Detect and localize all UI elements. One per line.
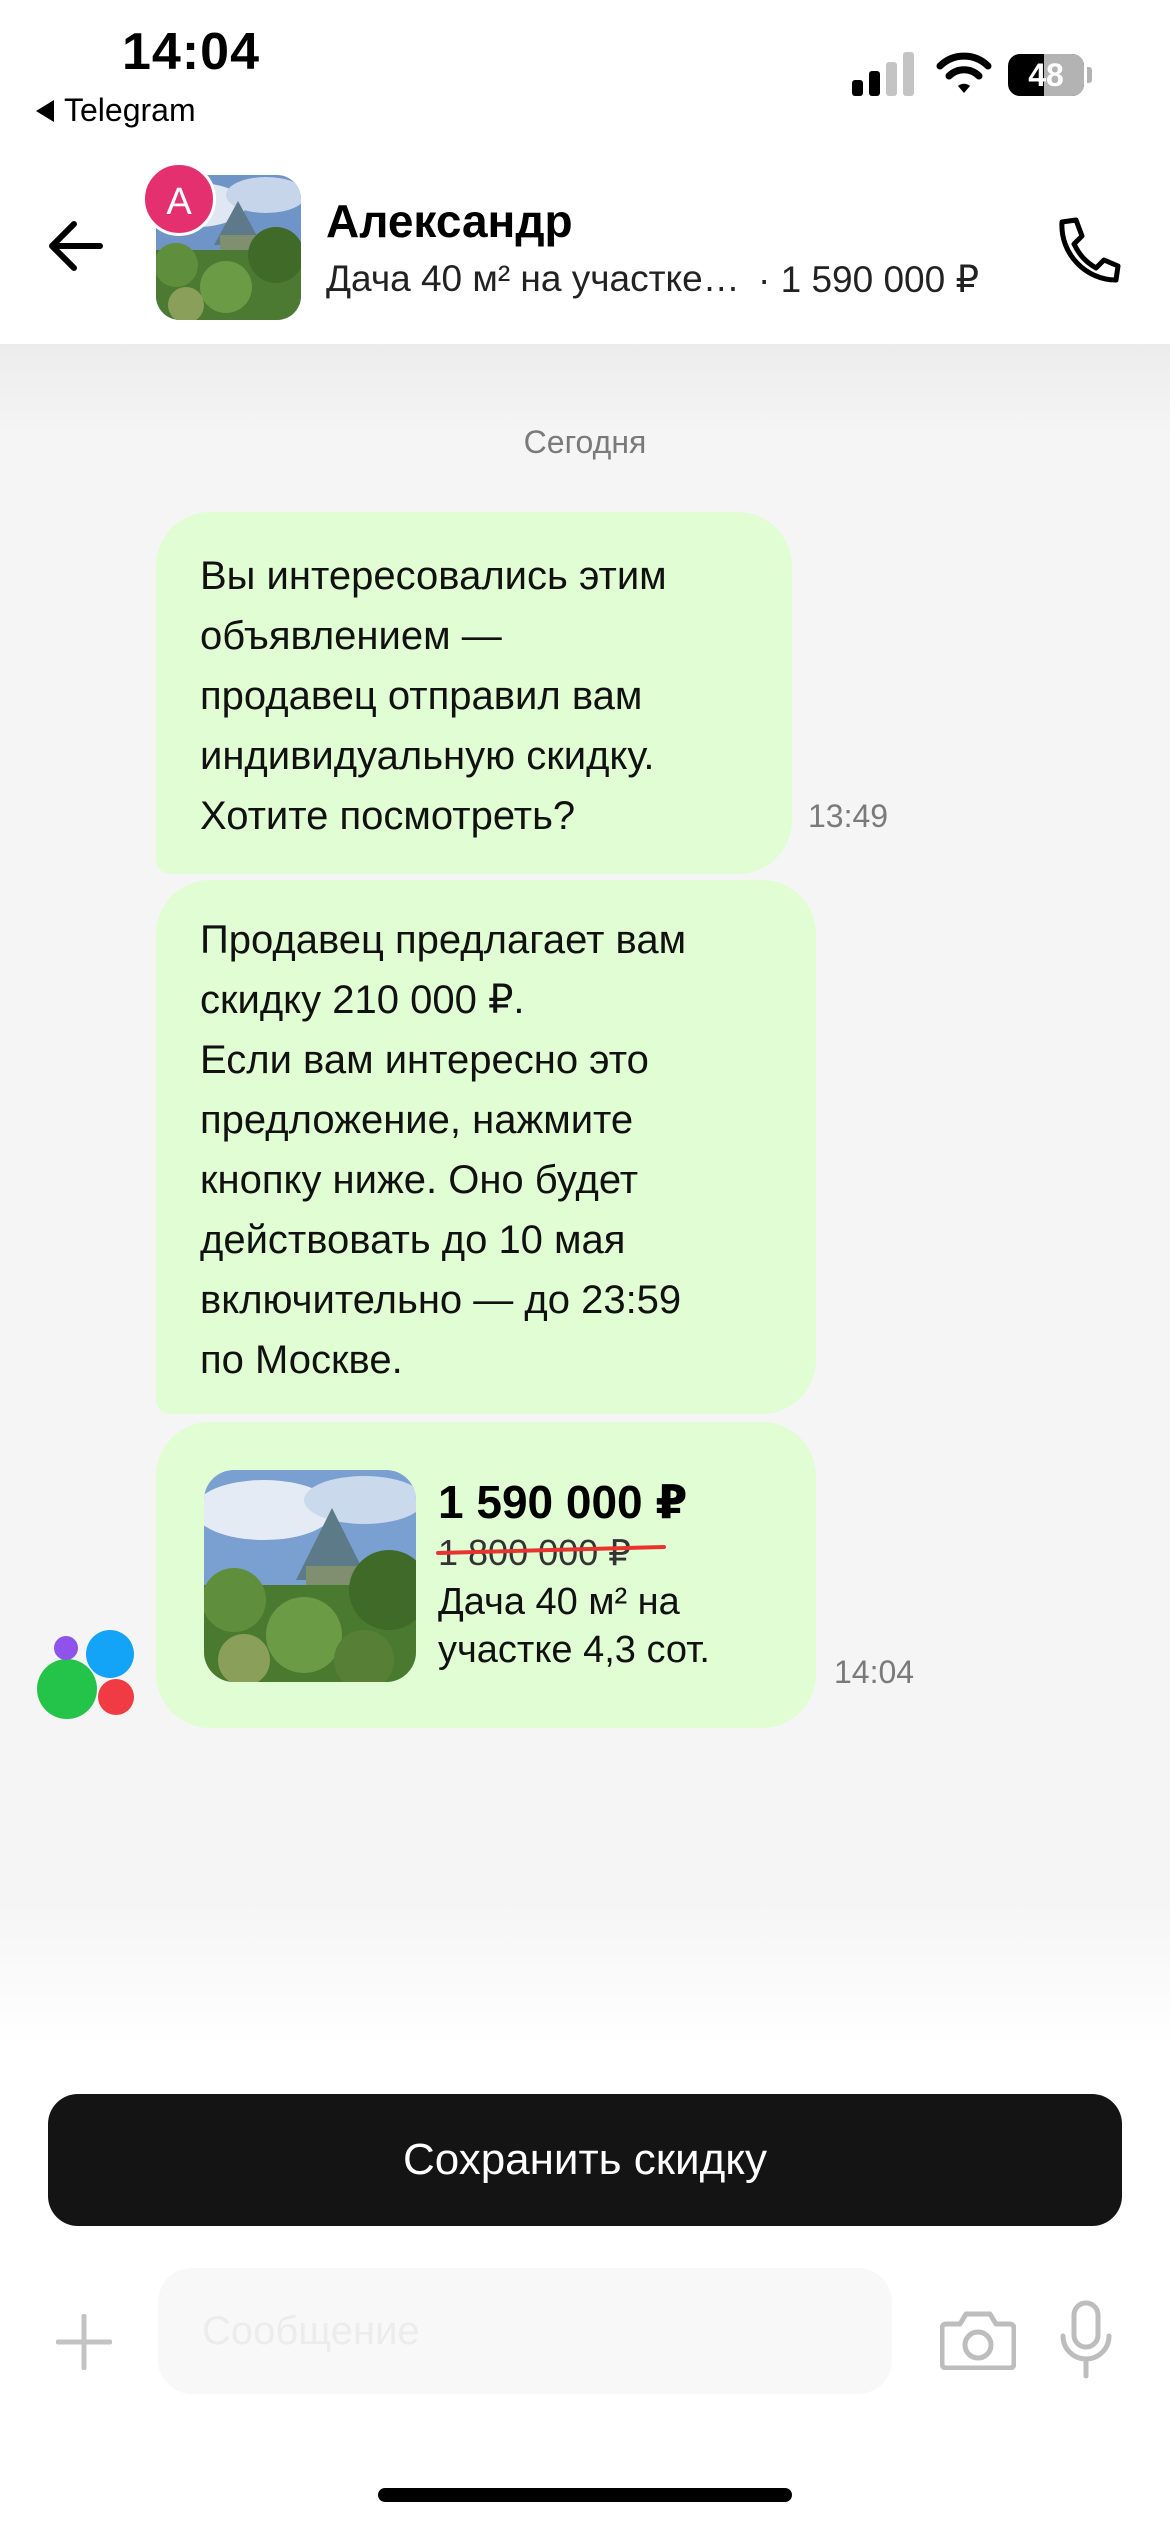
save-discount-button[interactable]: Сохранить скидку	[48, 2094, 1122, 2226]
avito-logo-icon	[37, 1630, 134, 1719]
card-price: 1 590 000 ₽	[438, 1476, 688, 1528]
back-app-label: Telegram	[64, 92, 196, 128]
status-bar: 14:04 Telegram 48	[0, 0, 1170, 150]
card-title: Дача 40 м² на участке 4,3 сот.	[438, 1581, 710, 1671]
card-photo-image	[204, 1470, 416, 1682]
message-text: Продавец предлагает вам скидку 210 000 ₽…	[200, 918, 687, 1382]
status-time: 14:04	[122, 23, 260, 81]
back-arrow-icon[interactable]	[48, 220, 104, 272]
message-input[interactable]	[158, 2268, 892, 2394]
wifi-icon	[936, 52, 992, 93]
camera-icon[interactable]	[940, 2308, 1016, 2370]
battery-body: 48	[1008, 54, 1084, 96]
microphone-icon[interactable]	[1058, 2300, 1114, 2380]
card-old-price: 1 800 000 ₽	[435, 1530, 667, 1576]
card-photo[interactable]	[204, 1470, 416, 1682]
signal-icon	[852, 52, 914, 96]
avatar: А	[142, 162, 216, 236]
back-to-telegram-link[interactable]: Telegram	[36, 92, 196, 129]
plus-icon[interactable]	[56, 2314, 112, 2370]
message-time: 14:04	[834, 1654, 915, 1690]
chat-header: А Александр Дача 40 м² на участке 4,3 со…	[0, 150, 1170, 344]
contact-name[interactable]: Александр	[326, 194, 573, 248]
message-bubble[interactable]: Вы интересовались этим объявлением — про…	[156, 512, 792, 874]
home-indicator[interactable]	[378, 2488, 792, 2502]
battery-tip	[1087, 67, 1092, 83]
battery-icon: 48	[1008, 54, 1092, 96]
chat-area[interactable]: Сегодня Вы интересовались этим объявлени…	[0, 344, 1170, 2046]
date-separator: Сегодня	[523, 424, 647, 460]
battery-level: 48	[1028, 57, 1064, 93]
listing-price: · 1 590 000 ₽	[758, 259, 980, 300]
message-time: 13:49	[808, 798, 889, 834]
listing-title[interactable]: Дача 40 м² на участке 4,3 сот.	[326, 258, 746, 300]
message-bubble[interactable]: Продавец предлагает вам скидку 210 000 ₽…	[156, 880, 816, 1414]
bottom-panel: Сохранить скидку	[0, 2046, 1170, 2532]
phone-icon[interactable]	[1052, 216, 1122, 286]
back-triangle-icon	[36, 99, 54, 122]
message-text: Вы интересовались этим объявлением — про…	[200, 554, 667, 838]
discount-card[interactable]: 1 590 000 ₽ 1 800 000 ₽ Дача 40 м² на уч…	[156, 1422, 816, 1728]
